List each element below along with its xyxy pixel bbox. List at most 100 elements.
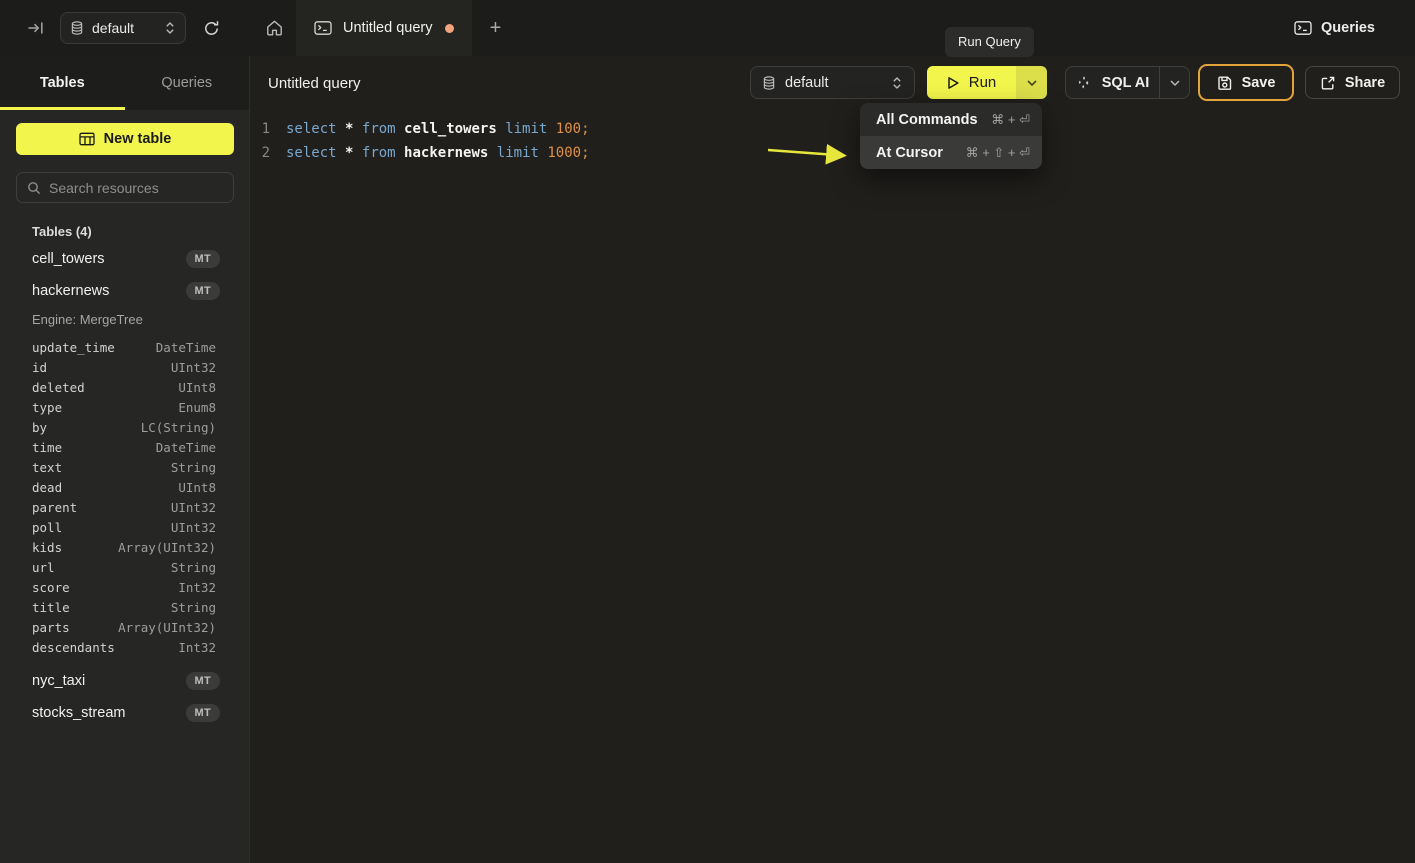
topbar-database-value: default [92,20,165,36]
share-button-label: Share [1345,75,1385,91]
tab-strip: Untitled query + [250,0,510,56]
token-keyword: from [362,145,396,161]
column-row: descendantsInt32 [16,637,233,657]
sql-ai-options-button[interactable] [1159,67,1189,98]
sparkles-icon [1076,75,1092,91]
queries-button-label: Queries [1321,20,1375,36]
select-updown-icon [892,76,902,90]
column-type: Int32 [178,580,216,595]
table-row-cell_towers[interactable]: cell_towers MT [16,243,233,275]
queries-button[interactable]: Queries [1294,0,1375,56]
run-query-tooltip: Run Query [945,27,1034,57]
sql-editor[interactable]: 1 select * from cell_towers limit 100; 2 se… [250,110,1415,863]
column-name: deleted [32,380,85,395]
engine-badge: MT [186,250,220,268]
engine-badge: MT [186,282,220,300]
run-button-group: Run [927,66,1047,99]
collapse-sidebar-button[interactable] [22,15,48,41]
menu-item-label: All Commands [876,112,978,128]
search-icon [27,181,41,195]
sidebar-tab-tables[interactable]: Tables [0,56,125,110]
column-name: time [32,440,62,455]
menu-item-shortcut: ⌘ + ⇧ + ⏎ [966,145,1030,161]
column-row: byLC(String) [16,417,233,437]
column-type: LC(String) [141,420,216,435]
column-name: score [32,580,70,595]
menu-item-shortcut: ⌘ + ⏎ [991,112,1030,128]
column-name: type [32,400,62,415]
column-name: text [32,460,62,475]
tab-untitled-query[interactable]: Untitled query [296,0,472,56]
topbar-left-section: default [0,0,250,56]
active-tab-underline [0,107,125,110]
column-row: textString [16,457,233,477]
sql-ai-label: SQL AI [1102,75,1150,91]
token-plain [396,145,404,161]
sidebar-tab-queries[interactable]: Queries [125,56,250,110]
token-bold: cell_towers [404,121,497,137]
toolbar-database-selector[interactable]: default [750,66,915,99]
column-type: UInt32 [171,360,216,375]
toolbar-database-value: default [785,75,892,91]
line-number: 2 [250,141,270,165]
column-row: timeDateTime [16,437,233,457]
token-plain [353,121,361,137]
column-row: title String [16,597,233,617]
collapse-sidebar-icon [27,21,44,35]
column-name: parts [32,620,70,635]
top-bar: default Untitled query + [0,0,1415,56]
save-button[interactable]: Save [1198,64,1294,101]
token-bold: hackernews [404,145,488,161]
refresh-button[interactable] [196,13,226,43]
column-name: kids [32,540,62,555]
new-table-button[interactable]: New table [16,123,234,155]
new-tab-button[interactable]: + [480,0,510,56]
token-keyword: limit [497,145,539,161]
column-type: String [171,600,216,615]
new-table-label: New table [104,131,172,147]
column-type: Enum8 [178,400,216,415]
table-name: cell_towers [32,251,105,267]
token-plain [547,121,555,137]
menu-item-all-commands[interactable]: All Commands ⌘ + ⏎ [860,103,1042,136]
token-plain [396,121,404,137]
run-button[interactable]: Run [927,66,1016,99]
refresh-icon [202,19,221,38]
search-resources-input[interactable] [49,180,230,196]
run-button-label: Run [969,74,997,91]
share-button[interactable]: Share [1305,66,1400,99]
menu-item-at-cursor[interactable]: At Cursor⌘ + ⇧ + ⏎ [860,136,1042,169]
table-row-stocks_stream[interactable]: stocks_streamMT [16,697,233,729]
code-text: select * from hackernews limit 1000; [286,141,590,165]
code-text: select * from cell_towers limit 100; [286,117,590,141]
table-row-nyc_taxi[interactable]: nyc_taxiMT [16,665,233,697]
line-number: 1 [250,117,270,141]
token-plain [488,145,496,161]
topbar-database-selector[interactable]: default [60,12,186,44]
play-icon [947,76,959,90]
engine-label: Engine: MergeTree [16,307,233,331]
code-line[interactable]: 1 select * from cell_towers limit 100; [250,117,1415,141]
column-row: parentUInt32 [16,497,233,517]
column-name: title [32,600,70,615]
token-plain [337,145,345,161]
column-row: update_timeDateTime [16,337,233,357]
token-plain [337,121,345,137]
engine-badge: MT [186,672,220,690]
spacer [16,657,233,665]
table-grid-icon [79,132,95,146]
query-toolbar: Untitled query default Run SQL AI [250,56,1415,110]
token-number: 1000 [547,145,581,161]
run-options-button[interactable] [1016,66,1047,99]
home-button[interactable] [260,0,288,56]
sidebar-tabs: Tables Queries [0,56,249,110]
home-icon [265,19,284,37]
table-name: stocks_stream [32,705,125,721]
column-type: UInt8 [178,480,216,495]
token-number: ; [581,121,589,137]
annotation-arrow [763,142,863,168]
table-row-hackernews[interactable]: hackernewsMT [16,275,233,307]
token-plain [497,121,505,137]
sql-ai-button[interactable]: SQL AI [1066,67,1159,98]
column-type: UInt32 [171,500,216,515]
